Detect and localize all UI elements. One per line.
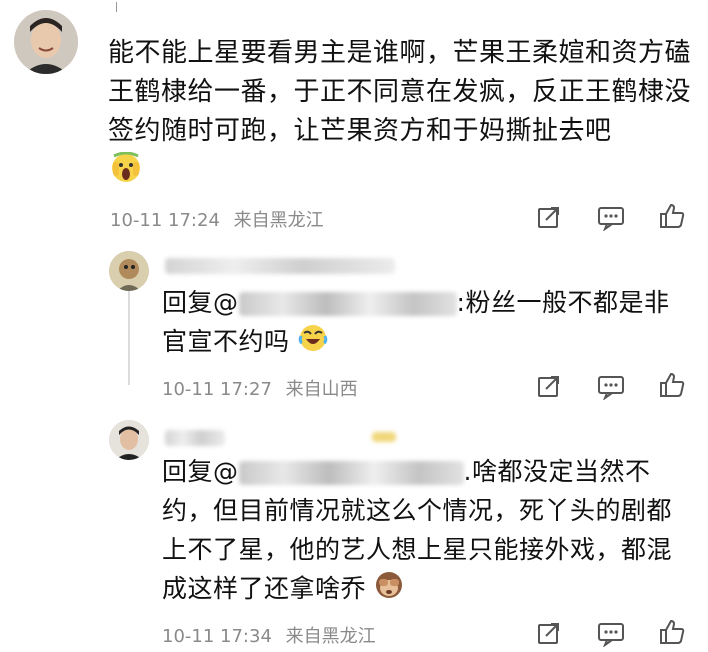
share-icon[interactable] [536, 620, 562, 646]
comment-icon[interactable] [597, 621, 625, 647]
see-no-evil-monkey-emoji [374, 570, 404, 611]
comment-location: 来自黑龙江 [233, 210, 324, 231]
comment-meta: 10-11 17:24 来自黑龙江 [110, 206, 324, 232]
reply-avatar[interactable] [109, 420, 149, 460]
comment-sign-mark [116, 2, 127, 12]
reply-prefix: 回复@ [162, 288, 239, 317]
comment-text: 能不能上星要看男主是谁啊，芒果王柔媗和资方磕王鹤棣给一番，于正不同意在发疯，反正… [108, 34, 698, 151]
reply-meta: 10-11 17:34 来自黑龙江 [162, 622, 376, 648]
like-icon[interactable] [658, 618, 686, 646]
share-icon[interactable] [536, 204, 562, 230]
reply-prefix: 回复@ [162, 457, 239, 486]
mention-blurred[interactable] [238, 461, 464, 485]
mention-blurred[interactable] [238, 292, 457, 316]
reply-username-blurred[interactable] [165, 430, 225, 446]
comment-icon[interactable] [597, 374, 625, 400]
comment-time: 10-11 17:24 [110, 210, 220, 231]
commenter-avatar[interactable] [14, 10, 78, 74]
like-icon[interactable] [658, 371, 686, 399]
reply-time: 10-11 17:34 [162, 626, 272, 647]
comment-body: 能不能上星要看男主是谁啊，芒果王柔媗和资方磕王鹤棣给一番，于正不同意在发疯，反正… [108, 38, 692, 146]
reply-badge-blurred [372, 432, 396, 442]
reply-username-blurred[interactable] [165, 258, 395, 274]
reply-time: 10-11 17:27 [162, 379, 272, 400]
reply-location: 来自山西 [285, 379, 358, 400]
comment-icon[interactable] [597, 205, 625, 231]
scream-emoji [110, 151, 142, 184]
laughing-tears-emoji [298, 323, 328, 364]
share-icon[interactable] [536, 373, 562, 399]
reply-text: 回复@:粉丝一般不都是非官宣不约吗 [162, 283, 687, 364]
like-icon[interactable] [658, 202, 686, 230]
reply-avatar[interactable] [109, 251, 149, 291]
reply-meta: 10-11 17:27 来自山西 [162, 375, 358, 401]
reply-text: 回复@ .啥都没定当然不约，但目前情况就这么个情况，死丫头的剧都上不了星，他的艺人… [162, 452, 687, 611]
reply-location: 来自黑龙江 [285, 626, 376, 647]
